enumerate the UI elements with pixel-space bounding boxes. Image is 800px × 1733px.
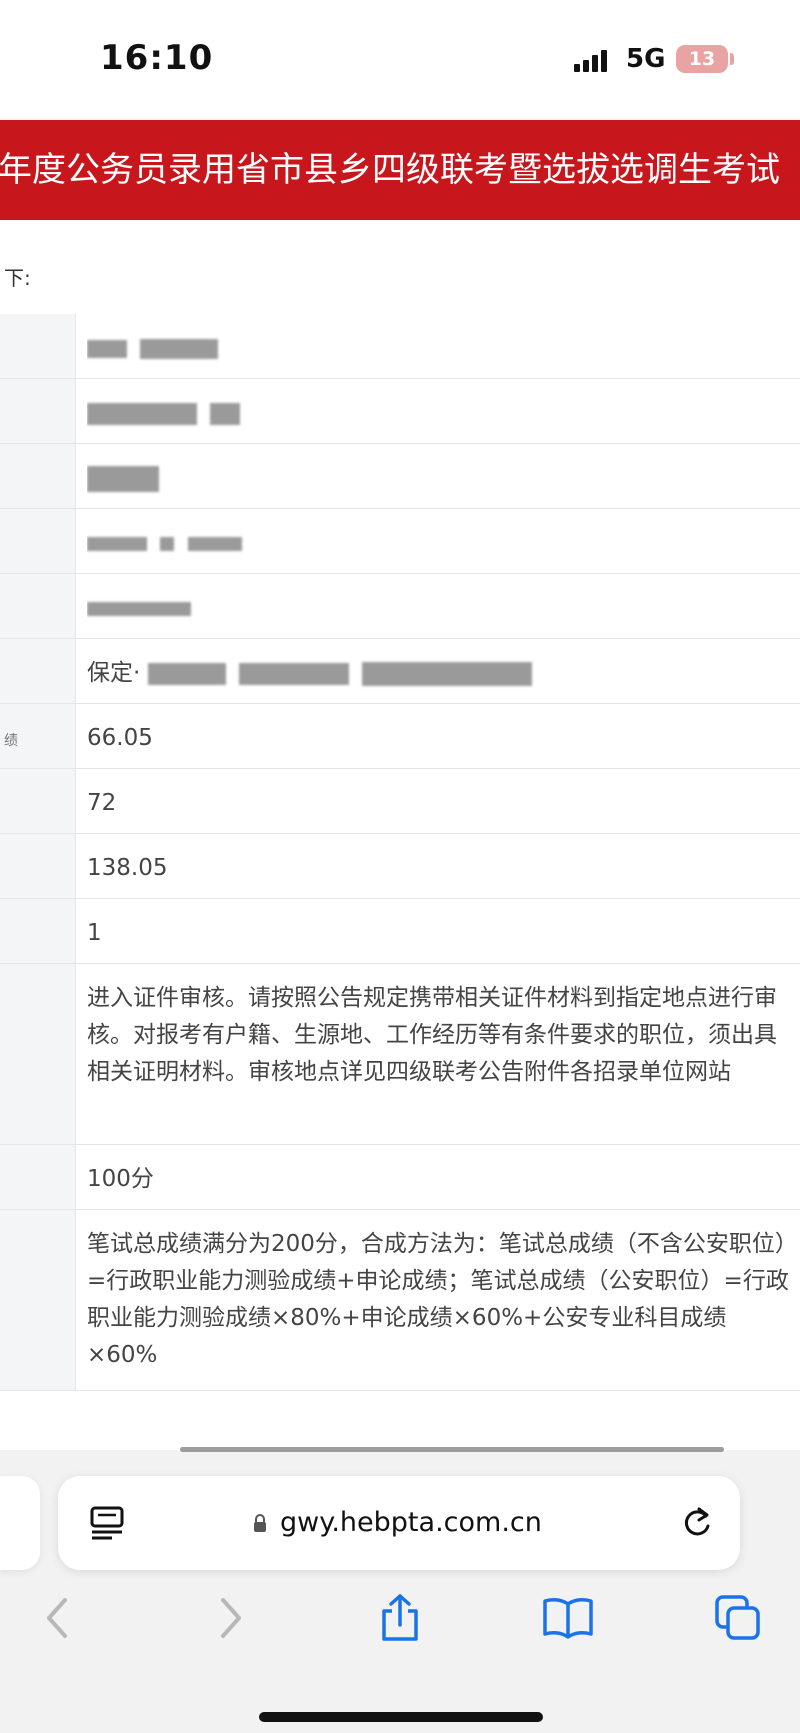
forward-icon xyxy=(221,1598,241,1638)
redacted-block xyxy=(238,662,349,685)
address-bar[interactable]: gwy.hebpta.com.cn xyxy=(58,1476,740,1570)
table-row: 1 xyxy=(0,899,800,964)
redacted-block xyxy=(160,536,175,551)
table-cell-value: 1 xyxy=(87,920,102,946)
bookmarks-button[interactable] xyxy=(538,1588,598,1648)
city-text: 保定· xyxy=(87,660,141,686)
intro-text: 下: xyxy=(4,266,31,290)
browser-toolbar xyxy=(0,1588,800,1668)
table-cell-value xyxy=(87,574,800,627)
network-label: 5G xyxy=(626,44,666,74)
redacted-block xyxy=(147,662,226,685)
scroll-indicator[interactable] xyxy=(180,1447,724,1452)
table-cell-value: 66.05 xyxy=(87,725,153,751)
table-cell-value: 进入证件审核。请按照公告规定携带相关证件材料到指定地点进行审核。对报考有户籍、生… xyxy=(87,985,777,1085)
lock-icon xyxy=(254,1514,266,1532)
table-cell-value: 138.05 xyxy=(87,855,168,881)
table-row: 绩 66.05 xyxy=(0,704,800,769)
table-row: 72 xyxy=(0,769,800,834)
tabs-icon xyxy=(715,1595,760,1640)
home-indicator[interactable] xyxy=(259,1712,543,1722)
previous-tab-peek[interactable] xyxy=(0,1476,40,1570)
url-text[interactable]: gwy.hebpta.com.cn xyxy=(280,1507,542,1538)
bookmarks-icon xyxy=(543,1598,593,1639)
reload-icon[interactable] xyxy=(678,1504,716,1542)
redacted-block xyxy=(87,601,191,616)
redacted-block xyxy=(210,402,241,425)
table-cell-value xyxy=(87,379,800,432)
table-cell-value xyxy=(87,509,800,562)
table-cell-value xyxy=(87,314,800,367)
table-row xyxy=(0,444,800,509)
table-row: 100分 xyxy=(0,1145,800,1210)
battery-icon: 13 xyxy=(676,45,728,73)
table-row xyxy=(0,509,800,574)
table-row: 进入证件审核。请按照公告规定携带相关证件材料到指定地点进行审核。对报考有户籍、生… xyxy=(0,964,800,1145)
table-cell-value xyxy=(87,444,800,497)
browser-chrome: gwy.hebpta.com.cn xyxy=(0,1447,800,1733)
redacted-block xyxy=(87,402,197,425)
table-row: 保定· xyxy=(0,639,800,704)
status-bar: 16:10 5G 13 xyxy=(0,0,800,118)
page-content: 下: 保定· 绩 66.05 72 138.05 1 进入证件审核。请按照公告规… xyxy=(0,220,800,1450)
back-icon xyxy=(47,1598,67,1638)
redacted-block xyxy=(362,661,533,686)
banner-title: 年度公务员录用省市县乡四级联考暨选拔选调生考试 xyxy=(0,150,780,190)
redacted-block xyxy=(87,465,159,492)
result-table: 保定· 绩 66.05 72 138.05 1 进入证件审核。请按照公告规定携带… xyxy=(0,314,800,1391)
forward-button[interactable] xyxy=(200,1588,260,1648)
table-cell-value: 72 xyxy=(87,790,117,816)
table-row xyxy=(0,314,800,379)
table-row: 笔试总成绩满分为200分，合成方法为：笔试总成绩（不含公安职位）=行政职业能力测… xyxy=(0,1210,800,1391)
table-cell-value: 笔试总成绩满分为200分，合成方法为：笔试总成绩（不含公安职位）=行政职业能力测… xyxy=(87,1231,789,1368)
share-icon xyxy=(382,1594,418,1641)
redacted-block xyxy=(87,339,127,358)
redacted-block xyxy=(187,536,242,551)
table-cell-label: 绩 xyxy=(4,733,18,749)
redacted-block xyxy=(87,536,147,551)
signal-icon xyxy=(574,48,614,72)
table-cell-value: 保定· xyxy=(87,639,800,692)
status-time: 16:10 xyxy=(100,38,214,78)
back-button[interactable] xyxy=(28,1588,88,1648)
tabs-button[interactable] xyxy=(708,1588,768,1648)
table-row: 138.05 xyxy=(0,834,800,899)
share-button[interactable] xyxy=(370,1588,430,1648)
table-row xyxy=(0,574,800,639)
table-cell-value: 100分 xyxy=(87,1166,154,1192)
page-banner: 年度公务员录用省市县乡四级联考暨选拔选调生考试 xyxy=(0,120,800,220)
battery-tip xyxy=(730,53,734,65)
table-row xyxy=(0,379,800,444)
reader-mode-icon[interactable] xyxy=(88,1506,126,1540)
redacted-block xyxy=(140,338,219,359)
